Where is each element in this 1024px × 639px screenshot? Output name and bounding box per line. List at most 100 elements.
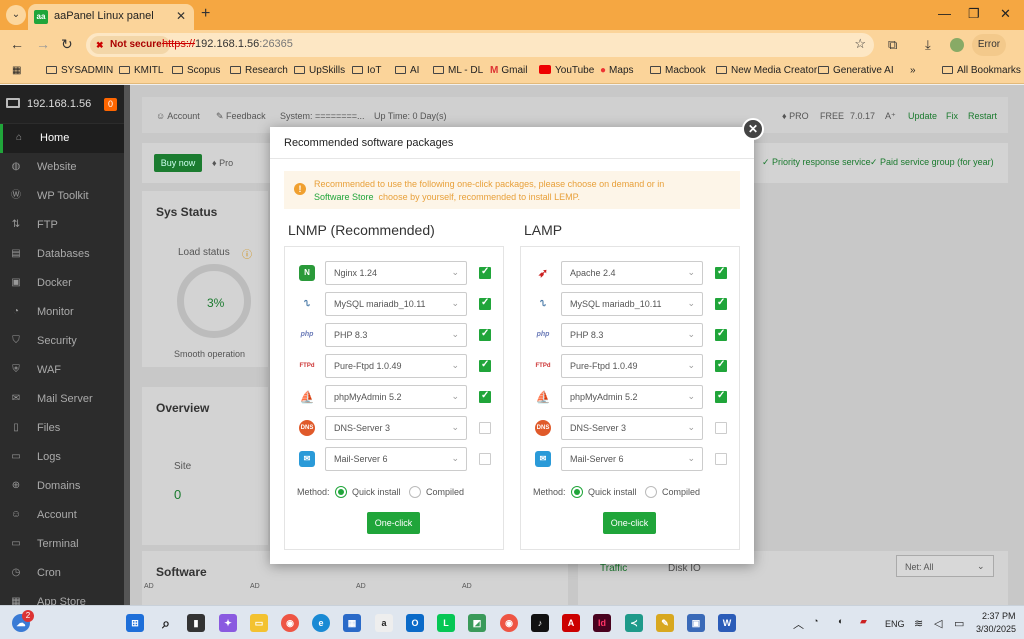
phpmyadmin-checkbox[interactable]	[479, 390, 491, 403]
quick-install-radio[interactable]	[335, 486, 347, 498]
bookmark-star-icon[interactable]: ☆	[854, 36, 866, 52]
copilot-icon[interactable]: ✦	[219, 614, 237, 632]
more-bookmarks-icon[interactable]: »	[910, 65, 916, 76]
edge-icon[interactable]: e	[312, 614, 330, 632]
lnmp-one-click-button[interactable]: One-click	[367, 512, 420, 534]
ftp-version-select[interactable]: Pure-Ftpd 1.0.49 ⌄	[325, 354, 467, 378]
tray-expand-icon[interactable]: ︿	[793, 616, 804, 632]
bookmark-iot[interactable]: IoT	[352, 65, 381, 76]
amazon-icon[interactable]: a	[375, 614, 393, 632]
bookmark-macbook[interactable]: Macbook	[650, 65, 706, 76]
bookmark-maps[interactable]: ● Maps	[600, 65, 634, 76]
ftp-checkbox[interactable]	[715, 359, 727, 372]
profile-avatar[interactable]	[950, 38, 964, 52]
php-checkbox[interactable]	[715, 328, 727, 341]
tray-app-icon[interactable]: ▰	[860, 616, 867, 627]
quick-install-label[interactable]: Quick install	[588, 487, 637, 497]
lamp-one-click-button[interactable]: One-click	[603, 512, 656, 534]
tiktok-icon[interactable]: ♪	[531, 614, 549, 632]
phpmyadmin-version-select[interactable]: phpMyAdmin 5.2 ⌄	[325, 385, 467, 409]
wifi-icon[interactable]: ≋	[914, 617, 923, 630]
compiled-label[interactable]: Compiled	[662, 487, 700, 497]
nginx-checkbox[interactable]	[479, 266, 491, 279]
bookmark-scopus[interactable]: Scopus	[172, 65, 220, 76]
line-icon[interactable]: L	[437, 614, 455, 632]
mail-version-select[interactable]: Mail-Server 6 ⌄	[561, 447, 703, 471]
mysql-version-select[interactable]: MySQL mariadb_10.11 ⌄	[561, 292, 703, 316]
word-icon[interactable]: W	[718, 614, 736, 632]
acrobat-icon[interactable]: A	[562, 614, 580, 632]
search-icon[interactable]: ⌕	[157, 614, 175, 632]
chrome-icon[interactable]: ◉	[281, 614, 299, 632]
error-button[interactable]: Error	[972, 34, 1006, 56]
mysql-checkbox[interactable]	[715, 297, 727, 310]
ftp-version-select[interactable]: Pure-Ftpd 1.0.49 ⌄	[561, 354, 703, 378]
quick-install-label[interactable]: Quick install	[352, 487, 401, 497]
maximize-icon[interactable]: ❐	[968, 6, 980, 22]
bookmark-new-media-creator[interactable]: New Media Creator	[716, 65, 817, 76]
extensions-icon[interactable]: ⧉	[888, 37, 897, 53]
battery-icon[interactable]: ▭	[954, 617, 964, 630]
mail-checkbox[interactable]	[715, 453, 727, 465]
store-icon[interactable]: ▦	[343, 614, 361, 632]
dns-version-select[interactable]: DNS-Server 3 ⌄	[325, 416, 467, 440]
modal-close-icon[interactable]: ✕	[742, 118, 764, 140]
mail-checkbox[interactable]	[479, 453, 491, 465]
clock-date[interactable]: 3/30/2025	[976, 624, 1016, 634]
bookmark-research[interactable]: Research	[230, 65, 288, 76]
apache-version-select[interactable]: Apache 2.4 ⌄	[561, 261, 703, 285]
language-indicator[interactable]: ENG	[885, 619, 905, 629]
compiled-label[interactable]: Compiled	[426, 487, 464, 497]
back-icon[interactable]: ←	[10, 36, 24, 52]
apps-grid-icon[interactable]: ▦	[12, 65, 21, 76]
task-view-icon[interactable]: ▮	[187, 614, 205, 632]
volume-icon[interactable]: ◁	[934, 617, 942, 630]
php-version-select[interactable]: PHP 8.3 ⌄	[561, 323, 703, 347]
browser-tab[interactable]: aa aaPanel Linux panel ✕	[28, 4, 194, 30]
remote-desktop-icon[interactable]: ▣	[687, 614, 705, 632]
software-store-link[interactable]: Software Store	[314, 192, 374, 202]
window-close-icon[interactable]: ✕	[1000, 6, 1011, 22]
nginx-version-select[interactable]: Nginx 1.24 ⌄	[325, 261, 467, 285]
quick-install-radio[interactable]	[571, 486, 583, 498]
bookmark-youtube[interactable]: YouTube	[539, 65, 594, 76]
bookmark-kmitl[interactable]: KMITL	[119, 65, 163, 76]
mysql-checkbox[interactable]	[479, 297, 491, 310]
indesign-icon[interactable]: Id	[593, 614, 611, 632]
download-icon[interactable]: ⤓	[925, 37, 931, 53]
tray-app-icon[interactable]: ◐	[838, 616, 843, 626]
apache-checkbox[interactable]	[715, 266, 727, 279]
bookmark-gmail[interactable]: M Gmail	[490, 65, 527, 76]
windows-start-icon[interactable]: ⊞	[126, 614, 144, 632]
bookmark-all[interactable]: All Bookmarks	[942, 65, 1021, 76]
ftp-checkbox[interactable]	[479, 359, 491, 372]
bookmark-ai[interactable]: AI	[395, 65, 419, 76]
bookmark-sysadmin[interactable]: SYSADMIN	[46, 65, 113, 76]
php-version-select[interactable]: PHP 8.3 ⌄	[325, 323, 467, 347]
clock-time[interactable]: 2:37 PM	[982, 611, 1016, 621]
outlook-icon[interactable]: O	[406, 614, 424, 632]
url-input[interactable]: Not secure https://192.168.1.56:26365 ☆	[86, 33, 874, 57]
mysql-version-select[interactable]: MySQL mariadb_10.11 ⌄	[325, 292, 467, 316]
dns-version-select[interactable]: DNS-Server 3 ⌄	[561, 416, 703, 440]
tab-search-icon[interactable]: ⌄	[6, 5, 26, 25]
notes-icon[interactable]: ✎	[656, 614, 674, 632]
compiled-radio[interactable]	[409, 486, 421, 498]
tray-app-icon[interactable]: ◔	[813, 616, 818, 626]
bookmark-generative-ai[interactable]: Generative AI	[818, 65, 894, 76]
dns-checkbox[interactable]	[715, 422, 727, 434]
reload-icon[interactable]: ↻	[61, 36, 73, 53]
forward-icon[interactable]: →	[36, 36, 50, 52]
bookmark-upskills[interactable]: UpSkills	[294, 65, 345, 76]
phpmyadmin-version-select[interactable]: phpMyAdmin 5.2 ⌄	[561, 385, 703, 409]
dns-checkbox[interactable]	[479, 422, 491, 434]
vscode-icon[interactable]: ≺	[625, 614, 643, 632]
bookmark-ml-dl[interactable]: ML - DL	[433, 65, 483, 76]
not-secure-badge[interactable]: Not secure	[90, 36, 170, 54]
php-checkbox[interactable]	[479, 328, 491, 341]
app-icon[interactable]: ◩	[468, 614, 486, 632]
file-explorer-icon[interactable]: ▭	[250, 614, 268, 632]
mail-version-select[interactable]: Mail-Server 6 ⌄	[325, 447, 467, 471]
chrome-profile-icon[interactable]: ◉	[500, 614, 518, 632]
minimize-icon[interactable]: —	[938, 6, 951, 21]
